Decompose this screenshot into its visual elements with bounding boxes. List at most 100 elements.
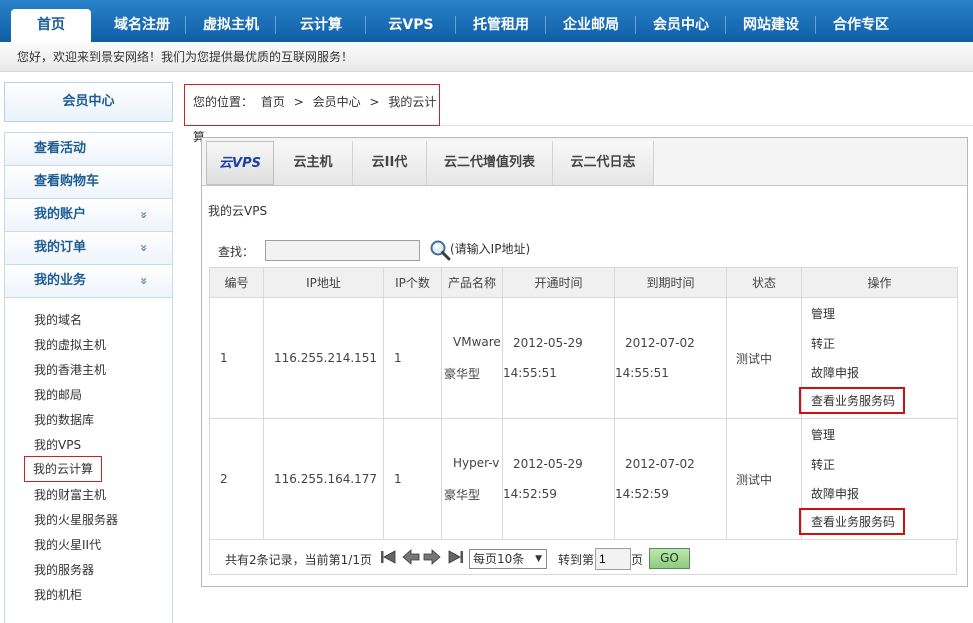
sidebar-item-label: 查看购物车 bbox=[34, 174, 100, 189]
nav-item-cloud[interactable]: 云计算 bbox=[278, 9, 364, 42]
expand-icon: » bbox=[137, 211, 152, 219]
report-fault-link[interactable]: 故障申报 bbox=[811, 364, 859, 381]
nav-separator bbox=[365, 16, 366, 34]
search-hint: (请输入IP地址) bbox=[450, 242, 531, 256]
sidebar-item-orders[interactable]: 我的订单 » bbox=[5, 232, 172, 265]
manage-link[interactable]: 管理 bbox=[811, 426, 835, 443]
goto-suffix: 页 bbox=[631, 553, 644, 567]
subitem-virtual-host[interactable]: 我的虚拟主机 bbox=[34, 335, 106, 355]
report-fault-link[interactable]: 故障申报 bbox=[811, 485, 859, 502]
tab-cloud-log[interactable]: 云二代日志 bbox=[553, 141, 654, 185]
tab-bar: 云VPS 云主机 云II代 云二代增值列表 云二代日志 bbox=[202, 138, 967, 186]
col-header-num: 编号 bbox=[209, 267, 264, 298]
col-header-status: 状态 bbox=[726, 267, 802, 298]
pagination: 共有2条记录，当前第1/1页 每页10条 ▼ 转到第 页 GO bbox=[209, 539, 957, 575]
cell-num: 1 bbox=[209, 297, 264, 419]
tab-cloud-ii[interactable]: 云II代 bbox=[353, 141, 427, 185]
goto-page-input[interactable] bbox=[595, 548, 631, 570]
sidebar-item-label: 我的业务 bbox=[34, 273, 87, 288]
cell-ops: 管理 转正 故障申报 查看业务服务码 bbox=[799, 297, 958, 419]
convert-link[interactable]: 转正 bbox=[811, 456, 835, 473]
search-icon[interactable] bbox=[429, 239, 451, 261]
last-page-icon[interactable] bbox=[447, 548, 465, 566]
sidebar-item-label: 我的账户 bbox=[34, 207, 87, 222]
nav-item-member-center[interactable]: 会员中心 bbox=[638, 9, 724, 42]
product-type: Hyper-v bbox=[453, 455, 500, 470]
next-page-icon[interactable] bbox=[423, 548, 441, 566]
sidebar-subitems: 我的域名 我的虚拟主机 我的香港主机 我的邮局 我的数据库 我的VPS 我的云计… bbox=[4, 298, 173, 623]
view-service-code-link[interactable]: 查看业务服务码 bbox=[799, 387, 906, 414]
subitem-mars-server[interactable]: 我的火星服务器 bbox=[34, 510, 118, 530]
col-header-expire-time: 到期时间 bbox=[614, 267, 727, 298]
open-clock: 14:55:51 bbox=[503, 366, 557, 380]
page-size-value: 每页10条 bbox=[473, 552, 525, 566]
nav-item-cloud-vps[interactable]: 云VPS bbox=[368, 9, 454, 42]
convert-link[interactable]: 转正 bbox=[811, 335, 835, 352]
table-row: 2 116.255.164.177 1 Hyper-v 豪华型 2012-05-… bbox=[209, 418, 958, 540]
col-header-product: 产品名称 bbox=[441, 267, 503, 298]
product-type: VMware bbox=[453, 334, 501, 349]
go-button[interactable]: GO bbox=[649, 548, 690, 569]
sidebar-menu: 查看活动 查看购物车 我的账户 » 我的订单 » 我的业务 » bbox=[4, 132, 173, 298]
chevron-down-icon: ▼ bbox=[535, 554, 542, 564]
open-date: 2012-05-29 bbox=[513, 457, 583, 471]
nav-item-email[interactable]: 企业邮局 bbox=[548, 9, 634, 42]
subitem-mail[interactable]: 我的邮局 bbox=[34, 385, 82, 405]
subitem-mars-ii[interactable]: 我的火星II代 bbox=[34, 535, 101, 555]
nav-separator bbox=[725, 16, 726, 34]
divider bbox=[440, 125, 973, 126]
sidebar-item-business[interactable]: 我的业务 » bbox=[5, 265, 172, 298]
col-header-ip-count: IP个数 bbox=[383, 267, 442, 298]
search-input[interactable] bbox=[265, 240, 420, 261]
status-badge: 测试中 bbox=[726, 297, 802, 419]
subitem-wealth-host[interactable]: 我的财富主机 bbox=[34, 485, 106, 505]
tab-cloud-vps[interactable]: 云VPS bbox=[206, 141, 274, 185]
expire-clock: 14:55:51 bbox=[615, 366, 669, 380]
nav-item-hosting[interactable]: 托管租用 bbox=[458, 9, 544, 42]
sidebar-item-cart[interactable]: 查看购物车 bbox=[5, 166, 172, 199]
cell-open-time: 2012-05-29 14:52:59 bbox=[502, 418, 615, 540]
first-page-icon[interactable] bbox=[379, 548, 397, 566]
welcome-bar: 您好，欢迎来到景安网络！我们为您提供最优质的互联网服务！ bbox=[0, 42, 973, 72]
product-level: 豪华型 bbox=[444, 487, 481, 502]
sidebar-item-activities[interactable]: 查看活动 bbox=[5, 133, 172, 166]
goto-prefix: 转到第 bbox=[558, 553, 595, 567]
subitem-cloud-computing[interactable]: 我的云计算 bbox=[24, 456, 103, 482]
subitem-hk-host[interactable]: 我的香港主机 bbox=[34, 360, 106, 380]
pager-summary: 共有2条记录，当前第1/1页 bbox=[225, 553, 372, 567]
expire-date: 2012-07-02 bbox=[625, 336, 695, 350]
tab-cloud-value-added[interactable]: 云二代增值列表 bbox=[427, 141, 553, 185]
sidebar-item-account[interactable]: 我的账户 » bbox=[5, 199, 172, 232]
view-service-code-link[interactable]: 查看业务服务码 bbox=[799, 508, 906, 535]
subitem-domain[interactable]: 我的域名 bbox=[34, 310, 82, 330]
breadcrumb-member-center[interactable]: 会员中心 bbox=[313, 95, 361, 109]
subitem-server[interactable]: 我的服务器 bbox=[34, 560, 94, 580]
subitem-database[interactable]: 我的数据库 bbox=[34, 410, 94, 430]
nav-item-partner[interactable]: 合作专区 bbox=[818, 9, 904, 42]
tab-cloud-host[interactable]: 云主机 bbox=[274, 141, 353, 185]
expand-icon: » bbox=[137, 277, 152, 285]
sidebar: 会员中心 查看活动 查看购物车 我的账户 » 我的订单 » 我的业务 » 我的域名 我… bbox=[4, 82, 173, 623]
page-size-select[interactable]: 每页10条 ▼ bbox=[469, 549, 547, 569]
sidebar-item-label: 我的订单 bbox=[34, 240, 87, 255]
status-badge: 测试中 bbox=[726, 418, 802, 540]
product-level: 豪华型 bbox=[444, 366, 481, 381]
top-nav: 首页 域名注册 虚拟主机 云计算 云VPS 托管租用 企业邮局 会员中心 网站建… bbox=[0, 0, 973, 42]
manage-link[interactable]: 管理 bbox=[811, 305, 835, 322]
breadcrumb-home[interactable]: 首页 bbox=[261, 95, 285, 109]
cell-ip-count: 1 bbox=[383, 418, 442, 540]
nav-separator bbox=[455, 16, 456, 34]
prev-page-icon[interactable] bbox=[402, 548, 420, 566]
subitem-cabinet[interactable]: 我的机柜 bbox=[34, 585, 82, 605]
breadcrumb-separator: > bbox=[369, 95, 380, 109]
nav-item-domain[interactable]: 域名注册 bbox=[100, 9, 184, 42]
panel-title: 我的云VPS bbox=[208, 204, 268, 218]
subitem-vps[interactable]: 我的VPS bbox=[34, 435, 81, 455]
cell-ip: 116.255.164.177 bbox=[263, 418, 384, 540]
cell-expire-time: 2012-07-02 14:55:51 bbox=[614, 297, 727, 419]
nav-item-virtual-host[interactable]: 虚拟主机 bbox=[188, 9, 274, 42]
nav-item-home[interactable]: 首页 bbox=[11, 9, 91, 42]
expire-date: 2012-07-02 bbox=[625, 457, 695, 471]
cell-ip: 116.255.214.151 bbox=[263, 297, 384, 419]
nav-item-website-build[interactable]: 网站建设 bbox=[728, 9, 814, 42]
